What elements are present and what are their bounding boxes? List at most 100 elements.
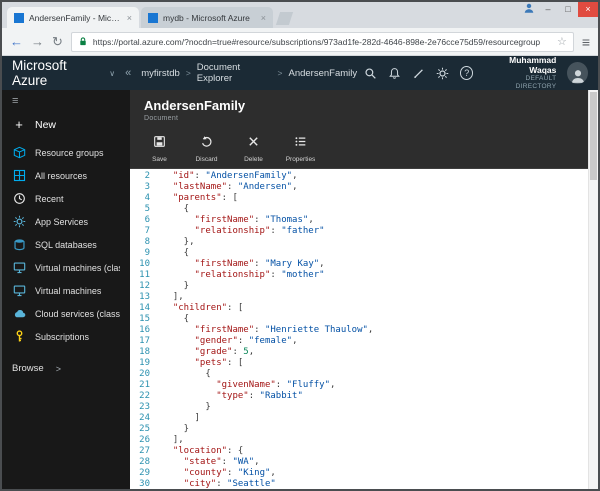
editor-line[interactable]: 16 "firstName": "Henriette Thaulow", (130, 325, 588, 336)
editor-line[interactable]: 21 "givenName": "Fluffy", (130, 380, 588, 391)
tab-close-icon[interactable]: × (127, 13, 132, 23)
browser-tab-mydb[interactable]: mydb - Microsoft Azure × (141, 7, 273, 28)
delete-button[interactable]: Delete (230, 130, 277, 168)
code-text: { (156, 204, 189, 215)
scrollbar-thumb[interactable] (590, 92, 597, 180)
code-text: "type": "Rabbit" (156, 391, 303, 402)
help-icon[interactable]: ? (460, 66, 473, 80)
line-number: 9 (130, 248, 156, 259)
editor-line[interactable]: 26 ], (130, 435, 588, 446)
refresh-icon[interactable]: ↻ (52, 34, 63, 50)
json-editor[interactable]: 2 "id": "AndersenFamily",3 "lastName": "… (130, 168, 588, 489)
line-number: 15 (130, 314, 156, 325)
line-number: 21 (130, 380, 156, 391)
sidebar-item-recent[interactable]: Recent (2, 187, 130, 210)
discard-button[interactable]: Discard (183, 130, 230, 168)
editor-line[interactable]: 10 "firstName": "Mary Kay", (130, 259, 588, 270)
notifications-bell-icon[interactable] (388, 67, 401, 80)
tab-close-icon[interactable]: × (261, 13, 266, 23)
feedback-pencil-icon[interactable] (412, 67, 425, 80)
sidebar-item-sql-databases[interactable]: SQL databases (2, 233, 130, 256)
settings-gear-icon[interactable] (436, 67, 449, 80)
editor-line[interactable]: 20 { (130, 369, 588, 380)
editor-line[interactable]: 17 "gender": "female", (130, 336, 588, 347)
editor-line[interactable]: 2 "id": "AndersenFamily", (130, 171, 588, 182)
new-tab-button[interactable] (276, 12, 293, 25)
sidebar-item-virtual-machines-classic[interactable]: Virtual machines (classic) (2, 256, 130, 279)
sidebar-item-browse[interactable]: Browse> (2, 357, 130, 380)
line-number: 7 (130, 226, 156, 237)
editor-line[interactable]: 6 "firstName": "Thomas", (130, 215, 588, 226)
page-scrollbar[interactable] (588, 90, 598, 489)
topbar-actions: ? Muhammad Waqas DEFAULT DIRECTORY (364, 55, 588, 91)
user-info[interactable]: Muhammad Waqas DEFAULT DIRECTORY (484, 55, 556, 91)
search-icon[interactable] (364, 67, 377, 80)
editor-line[interactable]: 19 "pets": [ (130, 358, 588, 369)
editor-line[interactable]: 11 "relationship": "mother" (130, 270, 588, 281)
editor-line[interactable]: 23 } (130, 402, 588, 413)
editor-line[interactable]: 22 "type": "Rabbit" (130, 391, 588, 402)
sidebar-menu-icon[interactable]: ≡ (2, 93, 130, 110)
sidebar-item-resource-groups[interactable]: Resource groups (2, 141, 130, 164)
undo-arrow-icon (200, 135, 213, 153)
editor-line[interactable]: 27 "location": { (130, 446, 588, 457)
editor-line[interactable]: 29 "county": "King", (130, 468, 588, 479)
editor-line[interactable]: 30 "city": "Seattle" (130, 479, 588, 489)
editor-line[interactable]: 3 "lastName": "Andersen", (130, 182, 588, 193)
browser-navbar: ← → ↻ https://portal.azure.com/?nocdn=tr… (2, 28, 598, 56)
bookmark-star-icon[interactable]: ☆ (557, 35, 567, 48)
sidebar-item-label: Virtual machines (classic) (35, 263, 120, 273)
forward-icon[interactable]: → (31, 34, 44, 49)
user-avatar[interactable] (567, 62, 588, 84)
code-text: "firstName": "Mary Kay", (156, 259, 325, 270)
editor-line[interactable]: 7 "relationship": "father" (130, 226, 588, 237)
sidebar-item-app-services[interactable]: App Services (2, 210, 130, 233)
code-text: { (156, 314, 189, 325)
sidebar-item-cloud-services-classic[interactable]: Cloud services (classic) (2, 302, 130, 325)
minimize-button[interactable]: – (538, 2, 558, 17)
editor-line[interactable]: 25 } (130, 424, 588, 435)
editor-line[interactable]: 24 ] (130, 413, 588, 424)
breadcrumb-item-document-explorer[interactable]: Document Explorer (197, 62, 272, 84)
close-button[interactable]: × (578, 2, 598, 17)
editor-line[interactable]: 18 "grade": 5, (130, 347, 588, 358)
code-text: } (156, 402, 211, 413)
url-text[interactable]: https://portal.azure.com/?nocdn=true#res… (93, 37, 552, 47)
line-number: 30 (130, 479, 156, 489)
editor-line[interactable]: 8 }, (130, 237, 588, 248)
monitor-icon (12, 261, 26, 275)
editor-line[interactable]: 14 "children": [ (130, 303, 588, 314)
editor-line[interactable]: 4 "parents": [ (130, 193, 588, 204)
editor-line[interactable]: 13 ], (130, 292, 588, 303)
document-header: AndersenFamily Document (130, 90, 588, 130)
user-name: Muhammad Waqas (484, 55, 556, 75)
editor-line[interactable]: 28 "state": "WA", (130, 457, 588, 468)
browser-tab-andersenfamily[interactable]: AndersenFamily - Microso × (7, 7, 139, 28)
sidebar-item-label: Resource groups (35, 148, 104, 158)
chevron-down-icon[interactable]: ∨ (109, 69, 115, 78)
collapse-breadcrumb-icon[interactable]: « (125, 67, 131, 79)
sidebar-item-virtual-machines[interactable]: Virtual machines (2, 279, 130, 302)
address-bar[interactable]: https://portal.azure.com/?nocdn=true#res… (71, 32, 574, 52)
properties-button[interactable]: Properties (277, 130, 324, 168)
sidebar-item-new[interactable]: + New (2, 110, 130, 141)
line-number: 13 (130, 292, 156, 303)
save-button[interactable]: Save (136, 130, 183, 168)
breadcrumb-item-myfirstdb[interactable]: myfirstdb (141, 68, 180, 79)
sidebar-item-subscriptions[interactable]: Subscriptions (2, 325, 130, 348)
line-number: 28 (130, 457, 156, 468)
editor-line[interactable]: 9 { (130, 248, 588, 259)
sidebar-item-all-resources[interactable]: All resources (2, 164, 130, 187)
browser-menu-icon[interactable]: ≡ (582, 34, 590, 50)
azure-brand[interactable]: Microsoft Azure (12, 58, 102, 88)
editor-line[interactable]: 5 { (130, 204, 588, 215)
user-directory: DEFAULT DIRECTORY (484, 75, 556, 91)
editor-line[interactable]: 15 { (130, 314, 588, 325)
editor-line[interactable]: 12 } (130, 281, 588, 292)
line-number: 22 (130, 391, 156, 402)
document-type-label: Document (144, 115, 588, 122)
maximize-button[interactable]: □ (558, 2, 578, 17)
profile-icon[interactable] (520, 1, 538, 19)
breadcrumb-item-andersenfamily[interactable]: AndersenFamily (289, 68, 358, 79)
back-icon[interactable]: ← (10, 34, 23, 49)
